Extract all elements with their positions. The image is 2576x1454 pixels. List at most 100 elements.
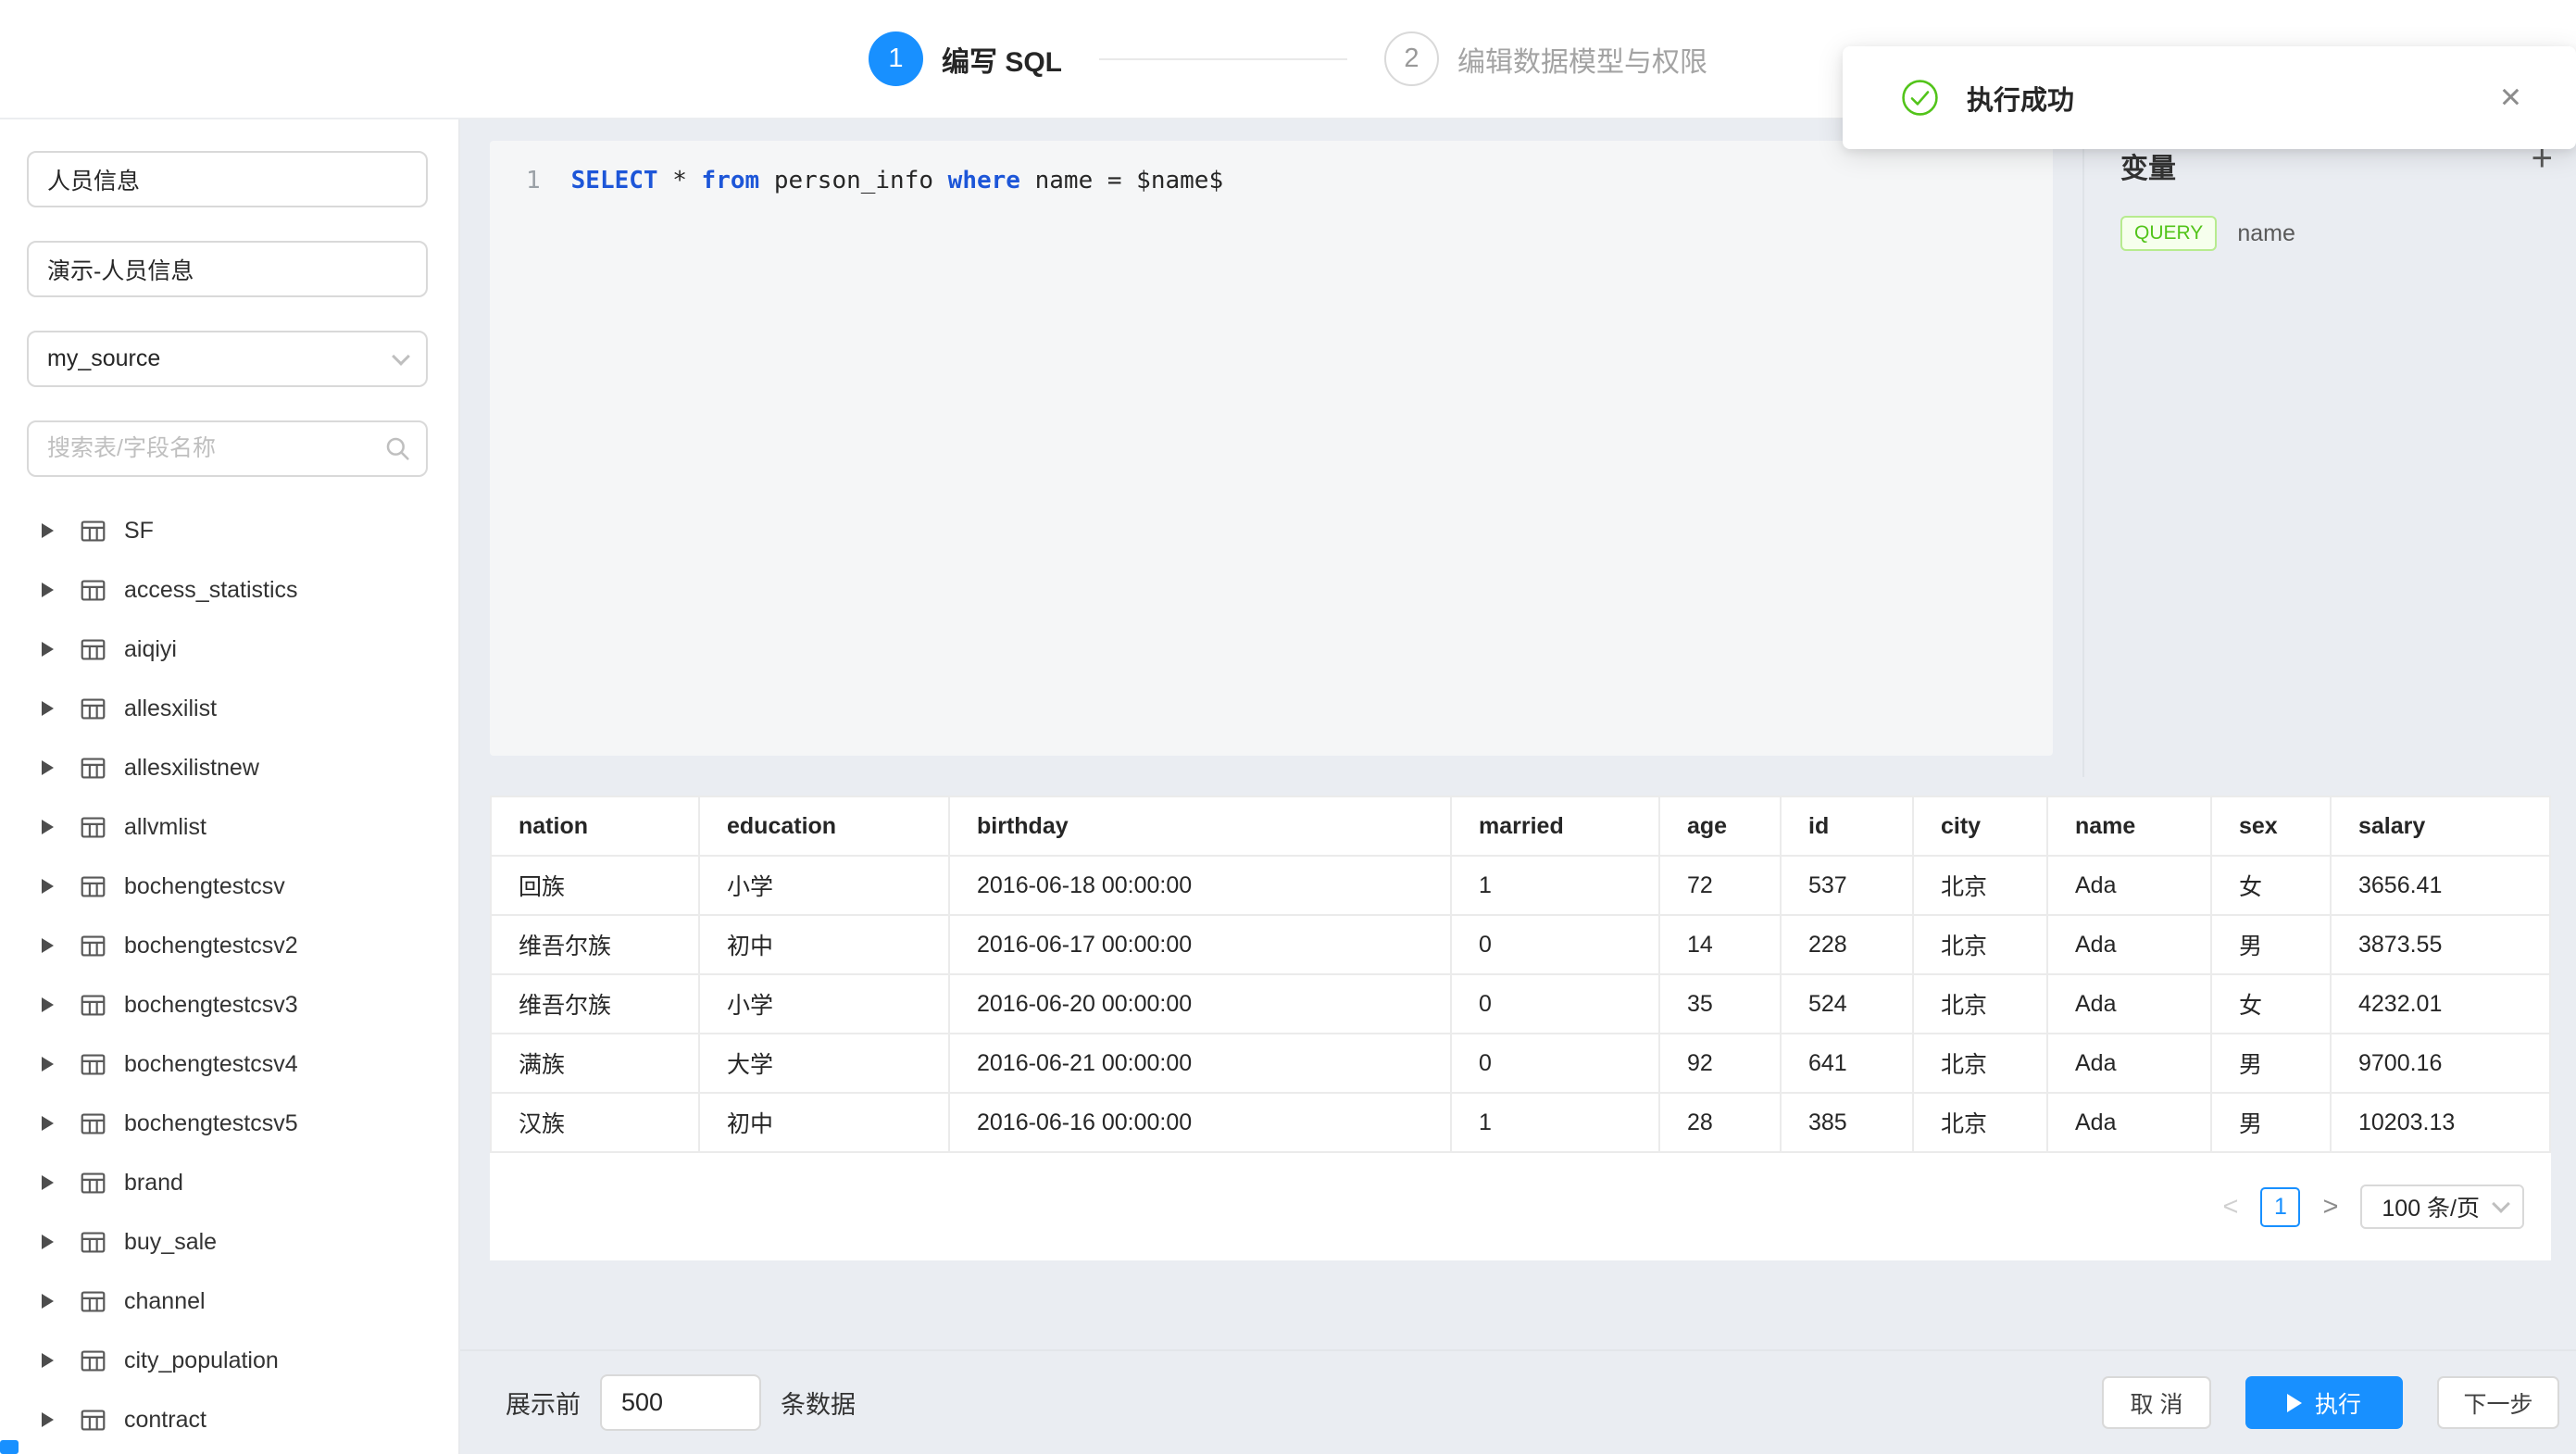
caret-right-icon[interactable] — [42, 1116, 54, 1131]
cell: Ada — [2047, 1093, 2211, 1152]
cell: 641 — [1781, 1034, 1913, 1093]
next-step-button[interactable]: 下一步 — [2437, 1376, 2559, 1429]
close-icon[interactable]: ✕ — [2499, 81, 2522, 114]
table-row: 汉族 初中 2016-06-16 00:00:00 1 28 385 北京 Ad… — [491, 1093, 2550, 1152]
tree-item-table[interactable]: allesxilistnew — [0, 738, 458, 797]
cell: Ada — [2047, 974, 2211, 1034]
pagination: < 1 > 100 条/页 — [490, 1153, 2551, 1260]
tree-item-table[interactable]: buy_sale — [0, 1212, 458, 1272]
success-toast: 执行成功 ✕ — [1843, 46, 2576, 149]
limit-prefix-label: 展示前 — [506, 1385, 581, 1421]
variables-panel: 变量 + QUERY name — [2082, 119, 2576, 777]
table-icon — [80, 518, 106, 545]
pagination-prev-button[interactable]: < — [2223, 1192, 2239, 1222]
execute-button[interactable]: 执行 — [2245, 1376, 2403, 1429]
row-limit-input[interactable] — [600, 1374, 761, 1431]
cell: 维吾尔族 — [491, 974, 699, 1034]
column-header: education — [699, 796, 949, 856]
page-size-value: 100 条/页 — [2382, 1190, 2480, 1223]
toast-message: 执行成功 — [1967, 79, 2074, 118]
cell: 汉族 — [491, 1093, 699, 1152]
step2-title: 编辑数据模型与权限 — [1457, 39, 1707, 80]
cell: 女 — [2211, 974, 2331, 1034]
cell: 537 — [1781, 856, 1913, 915]
page-size-select[interactable]: 100 条/页 — [2360, 1185, 2524, 1229]
caret-right-icon[interactable] — [42, 997, 54, 1012]
tree-item-table[interactable]: bochengtestcsv — [0, 857, 458, 916]
tree-item-table[interactable]: allesxilist — [0, 679, 458, 738]
variable-name: name — [2237, 220, 2295, 247]
table-tree: SF access_statistics aiqiyi allesxilist — [0, 501, 458, 1449]
cell: Ada — [2047, 915, 2211, 974]
cell: 男 — [2211, 915, 2331, 974]
tree-item-table[interactable]: channel — [0, 1272, 458, 1331]
cancel-button[interactable]: 取 消 — [2102, 1376, 2211, 1429]
caret-right-icon[interactable] — [42, 1353, 54, 1368]
dataset-display-name-input[interactable] — [27, 241, 428, 297]
caret-right-icon[interactable] — [42, 1175, 54, 1190]
cell: 2016-06-20 00:00:00 — [949, 974, 1451, 1034]
caret-right-icon[interactable] — [42, 1412, 54, 1427]
cell: 男 — [2211, 1034, 2331, 1093]
tree-item-table[interactable]: bochengtestcsv4 — [0, 1034, 458, 1094]
cell: 北京 — [1913, 974, 2047, 1034]
results-card: nation education birthday married age id… — [490, 796, 2551, 1260]
tree-item-table[interactable]: access_statistics — [0, 560, 458, 620]
query-tag[interactable]: QUERY — [2120, 216, 2217, 251]
tree-item-table[interactable]: allvmlist — [0, 797, 458, 857]
table-icon — [80, 636, 106, 663]
table-row: 回族 小学 2016-06-18 00:00:00 1 72 537 北京 Ad… — [491, 856, 2550, 915]
datasource-select[interactable]: my_source — [27, 331, 428, 387]
sql-code-line: 1SELECT * from person_info where name = … — [526, 167, 2053, 194]
cell: 北京 — [1913, 1093, 2047, 1152]
table-icon — [80, 1407, 106, 1434]
cell: 4232.01 — [2331, 974, 2550, 1034]
tree-item-label: buy_sale — [124, 1229, 217, 1256]
caret-right-icon[interactable] — [42, 938, 54, 953]
caret-right-icon[interactable] — [42, 1294, 54, 1309]
step1-title: 编写 SQL — [942, 39, 1062, 80]
pagination-page-1[interactable]: 1 — [2260, 1187, 2300, 1227]
caret-right-icon[interactable] — [42, 1057, 54, 1072]
tree-item-label: allesxilistnew — [124, 755, 259, 782]
tree-item-label: bochengtestcsv3 — [124, 992, 298, 1019]
cell: 2016-06-21 00:00:00 — [949, 1034, 1451, 1093]
cell: 北京 — [1913, 915, 2047, 974]
caret-right-icon[interactable] — [42, 820, 54, 834]
tree-item-label: channel — [124, 1288, 206, 1315]
column-header: city — [1913, 796, 2047, 856]
tree-item-table[interactable]: bochengtestcsv3 — [0, 975, 458, 1034]
scrollbar-thumb[interactable] — [0, 1440, 19, 1454]
tree-item-table[interactable]: aiqiyi — [0, 620, 458, 679]
cell: 1 — [1451, 856, 1659, 915]
caret-right-icon[interactable] — [42, 760, 54, 775]
caret-right-icon[interactable] — [42, 642, 54, 657]
tree-item-table[interactable]: contract — [0, 1390, 458, 1449]
search-icon — [384, 435, 411, 462]
table-icon — [80, 1051, 106, 1078]
sql-token: person_info — [759, 167, 948, 194]
variable-row: QUERY name — [2120, 216, 2555, 251]
caret-right-icon[interactable] — [42, 879, 54, 894]
step-connector-line — [1099, 58, 1347, 60]
tree-item-table[interactable]: bochengtestcsv2 — [0, 916, 458, 975]
caret-right-icon[interactable] — [42, 701, 54, 716]
table-search-input[interactable] — [27, 420, 428, 477]
sidebar: my_source SF access_statistics — [0, 119, 460, 1454]
dataset-name-input[interactable] — [27, 151, 428, 207]
column-header: sex — [2211, 796, 2331, 856]
pagination-next-button[interactable]: > — [2322, 1192, 2338, 1222]
tree-item-table[interactable]: brand — [0, 1153, 458, 1212]
tree-item-table[interactable]: city_population — [0, 1331, 458, 1390]
sql-editor[interactable]: 1SELECT * from person_info where name = … — [490, 141, 2053, 756]
tree-item-table[interactable]: SF — [0, 501, 458, 560]
caret-right-icon[interactable] — [42, 583, 54, 597]
tree-item-label: aiqiyi — [124, 636, 177, 663]
tree-item-label: SF — [124, 518, 154, 545]
column-header: nation — [491, 796, 699, 856]
caret-right-icon[interactable] — [42, 523, 54, 538]
table-icon — [80, 1229, 106, 1256]
sql-token: where — [948, 167, 1020, 194]
tree-item-table[interactable]: bochengtestcsv5 — [0, 1094, 458, 1153]
caret-right-icon[interactable] — [42, 1235, 54, 1249]
